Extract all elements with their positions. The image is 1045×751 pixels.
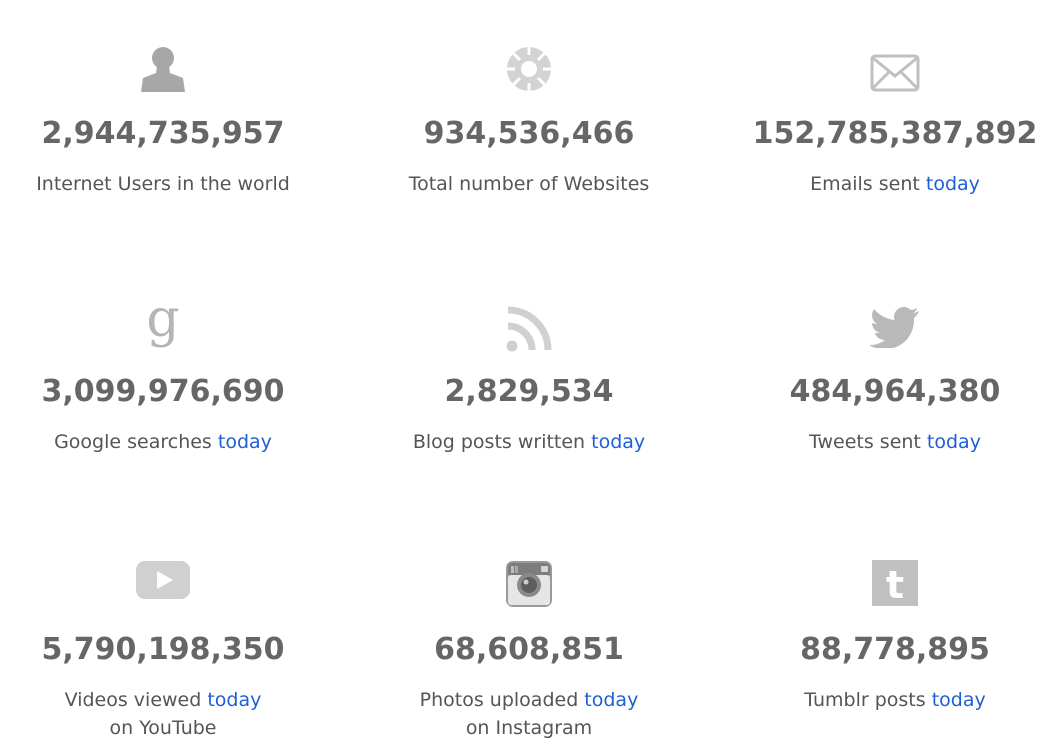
today-link[interactable]: today <box>218 431 272 453</box>
today-link[interactable]: today <box>932 689 986 711</box>
svg-text:t: t <box>886 563 904 606</box>
stat-label: Blog posts written today <box>412 431 646 453</box>
stat-internet-users: 2,944,735,957 Internet Users in the worl… <box>0 44 328 204</box>
today-link[interactable]: today <box>591 431 645 453</box>
stat-count: 934,536,466 <box>423 116 635 151</box>
stats-grid: 2,944,735,957 Internet Users in the worl… <box>0 0 1045 751</box>
stat-google-searches: g 3,099,976,690 Google searches today <box>0 296 328 462</box>
google-icon: g <box>143 296 183 352</box>
stat-label: Videos viewed today on YouTube <box>64 689 262 739</box>
stat-count: 5,790,198,350 <box>41 632 285 667</box>
instagram-icon <box>505 560 553 608</box>
today-link[interactable]: today <box>584 689 638 711</box>
stat-label: Tweets sent today <box>809 431 981 453</box>
youtube-icon <box>135 560 191 600</box>
twitter-icon <box>870 306 920 348</box>
stat-instagram-photos: 68,608,851 Photos uploaded today on Insta… <box>364 560 694 740</box>
user-icon <box>138 44 188 92</box>
today-link[interactable]: today <box>207 689 261 711</box>
stat-count: 484,964,380 <box>789 374 1001 409</box>
svg-text:g: g <box>146 296 179 349</box>
stat-count: 88,778,895 <box>800 632 990 667</box>
stat-count: 2,944,735,957 <box>41 116 285 151</box>
tumblr-icon: t <box>872 560 918 606</box>
stat-count: 152,785,387,892 <box>752 116 1038 151</box>
stat-label: Total number of Websites <box>408 173 650 195</box>
stat-tumblr-posts: t 88,778,895 Tumblr posts today <box>730 560 1045 740</box>
globe-icon <box>504 44 554 94</box>
stat-count: 3,099,976,690 <box>41 374 285 409</box>
stat-emails: 152,785,387,892 Emails sent today <box>730 44 1045 204</box>
stat-label: Emails sent today <box>810 173 980 195</box>
envelope-icon <box>870 54 920 92</box>
today-link[interactable]: today <box>927 431 981 453</box>
today-link[interactable]: today <box>926 173 980 195</box>
stat-count: 68,608,851 <box>434 632 624 667</box>
stat-websites: 934,536,466 Total number of Websites <box>364 44 694 204</box>
stat-label: Tumblr posts today <box>804 689 986 711</box>
rss-icon <box>506 306 552 352</box>
stat-label: Internet Users in the world <box>36 173 290 195</box>
stat-blog-posts: 2,829,534 Blog posts written today <box>364 302 694 462</box>
stat-count: 2,829,534 <box>444 374 614 409</box>
stat-tweets: 484,964,380 Tweets sent today <box>730 302 1045 462</box>
stat-label: Google searches today <box>54 431 272 453</box>
stat-youtube-videos: 5,790,198,350 Videos viewed today on YouT… <box>0 560 328 740</box>
stat-label: Photos uploaded today on Instagram <box>419 689 639 739</box>
